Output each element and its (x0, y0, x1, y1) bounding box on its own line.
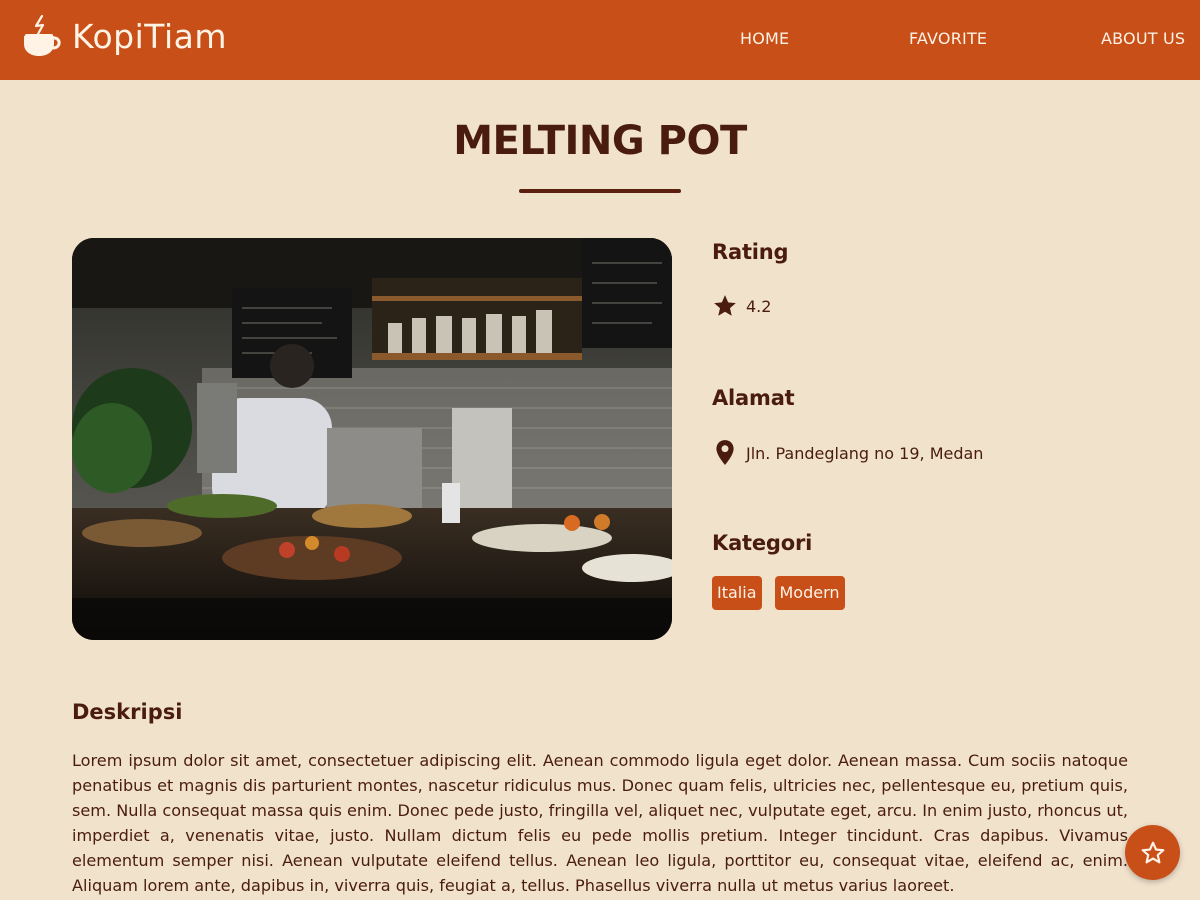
navbar: KopiTiam HOME FAVORITE ABOUT US (0, 0, 1200, 80)
title-underline (519, 189, 681, 193)
location-pin-icon (716, 440, 734, 465)
address-heading: Alamat (712, 386, 795, 410)
nav-home-link[interactable]: HOME (740, 29, 789, 49)
rating-row: 4.2 (712, 293, 771, 319)
coffee-cup-icon (24, 14, 61, 56)
category-tag[interactable]: Italia (712, 576, 762, 610)
favorite-button[interactable] (1125, 825, 1180, 880)
star-outline-icon (1141, 841, 1164, 863)
description-text: Lorem ipsum dolor sit amet, consectetuer… (72, 751, 1128, 895)
rating-value: 4.2 (746, 296, 772, 316)
cafe-interior-illustration (72, 238, 672, 640)
category-tag[interactable]: Modern (774, 576, 845, 610)
address-value: Jln. Pandeglang no 19, Medan (746, 443, 984, 463)
category-tags: Italia Modern (712, 576, 858, 610)
rating-heading: Rating (712, 240, 789, 264)
brand-logo-link[interactable]: KopiTiam (22, 14, 227, 58)
description-heading: Deskripsi (72, 700, 183, 724)
category-heading: Kategori (712, 531, 813, 555)
address-row: Jln. Pandeglang no 19, Medan (712, 439, 983, 467)
restaurant-image (72, 238, 672, 640)
brand-name: KopiTiam (72, 16, 227, 56)
nav-about-us-link[interactable]: ABOUT US (1101, 29, 1185, 49)
star-icon (714, 295, 736, 316)
nav-favorite-link[interactable]: FAVORITE (909, 29, 987, 49)
restaurant-name: MELTING POT (453, 118, 747, 164)
